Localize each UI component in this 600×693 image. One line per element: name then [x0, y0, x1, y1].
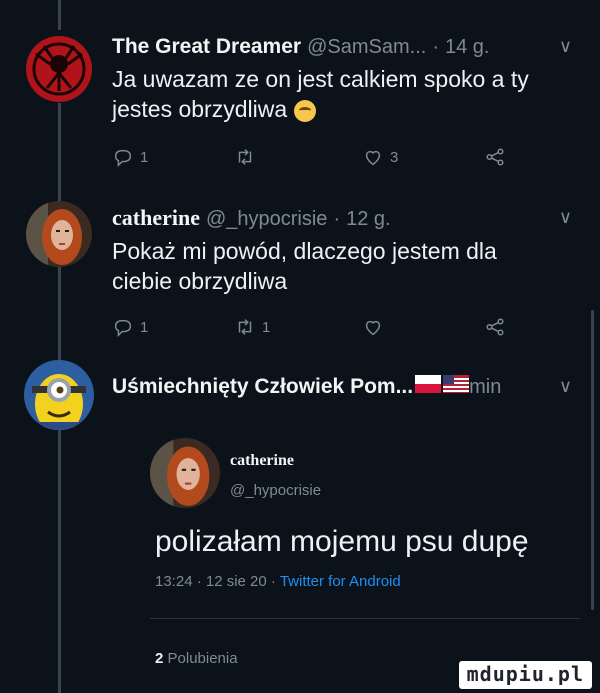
- likes-label: Polubienia: [167, 650, 238, 667]
- tweet-text: Pokaż mi powód, dlaczego jestem dla cieb…: [112, 236, 582, 296]
- reply-count: 1: [140, 318, 149, 336]
- author-handle: @_hypocrisie: [205, 208, 328, 230]
- tweet-text-line: Ja uwazam ze on jest calkiem spoko a ty: [112, 66, 529, 92]
- author-name[interactable]: The Great Dreamer: [112, 34, 301, 60]
- tweet-time: min: [469, 376, 502, 398]
- reply-button[interactable]: 1: [112, 316, 148, 338]
- author-name[interactable]: catherine: [112, 205, 200, 231]
- like-count: 3: [390, 148, 399, 166]
- tweet-header: Uśmiechnięty Człowiek Pom... min: [112, 374, 582, 400]
- avatar[interactable]: [24, 360, 94, 430]
- like-button[interactable]: [362, 316, 390, 338]
- heart-icon: [365, 320, 381, 336]
- detail-tweet[interactable]: Uśmiechnięty Człowiek Pom... min ∨: [112, 374, 582, 400]
- quote-profile[interactable]: catherine @_hypocrisie: [230, 452, 321, 499]
- thread-line: [58, 428, 61, 693]
- share-button[interactable]: [484, 316, 506, 338]
- chevron-down-icon[interactable]: ∨: [559, 207, 572, 228]
- tweet-text: Ja uwazam ze on jest calkiem spoko a ty …: [112, 64, 582, 124]
- retweet-button[interactable]: [234, 146, 262, 168]
- minion-avatar-icon: [24, 360, 94, 430]
- separator: ·: [333, 208, 341, 230]
- share-icon: [486, 318, 504, 336]
- chevron-down-icon[interactable]: ∨: [559, 36, 572, 57]
- quote-avatar[interactable]: [150, 438, 220, 508]
- avatar[interactable]: [26, 201, 92, 267]
- separator: ·: [432, 36, 439, 58]
- author-name[interactable]: Uśmiechnięty Człowiek Pom...: [112, 374, 413, 400]
- tweet-text-line: ciebie obrzydliwa: [112, 268, 288, 294]
- share-button[interactable]: [484, 146, 506, 168]
- share-icon: [486, 148, 504, 166]
- likes-summary[interactable]: 2 Polubienia: [155, 650, 238, 667]
- detail-tweet-text: polizałam mojemu psu dupę: [155, 525, 529, 558]
- tweet[interactable]: The Great Dreamer @SamSam... · 14 g. ∨ J…: [112, 34, 582, 124]
- tweet-time: 12 g.: [346, 208, 391, 230]
- reply-icon: [114, 149, 132, 168]
- tweet-actions: 1 1: [112, 316, 512, 342]
- tweet-timestamp: 13:24 · 12 sie 20 · Twitter for Android: [155, 573, 401, 590]
- timestamp: 13:24 · 12 sie 20 ·: [155, 573, 276, 590]
- retweet-button[interactable]: 1: [234, 316, 270, 338]
- retweet-icon: [238, 149, 252, 165]
- scrollbar[interactable]: [591, 310, 594, 610]
- thread-line: [58, 266, 61, 362]
- tweet-header: The Great Dreamer @SamSam... · 14 g.: [112, 34, 582, 60]
- divider: [150, 618, 580, 619]
- retweet-count: 1: [262, 318, 271, 336]
- tweet-header: catherine @_hypocrisie · 12 g.: [112, 205, 582, 232]
- tweet[interactable]: catherine @_hypocrisie · 12 g. ∨ Pokaż m…: [112, 205, 582, 296]
- client-link[interactable]: Twitter for Android: [280, 573, 401, 590]
- reply-icon: [114, 319, 132, 338]
- tweet-text-line: jestes obrzydliwa: [112, 96, 288, 122]
- profile-photo-icon: [26, 201, 92, 267]
- tweet-actions: 1 3: [112, 146, 512, 172]
- like-button[interactable]: 3: [362, 146, 398, 168]
- watermark: mdupiu.pl: [458, 661, 592, 689]
- face-emoji-icon: [293, 99, 316, 122]
- thread-line: [58, 0, 61, 30]
- profile-photo-icon: [150, 438, 220, 508]
- poland-flag-icon: [415, 375, 442, 393]
- retweet-icon: [238, 319, 252, 335]
- hydra-logo-icon: [26, 36, 92, 102]
- thread-line: [58, 103, 61, 203]
- chevron-down-icon[interactable]: ∨: [559, 376, 572, 397]
- likes-count: 2: [155, 650, 164, 667]
- tweet-text-line: Pokaż mi powód, dlaczego jestem dla: [112, 238, 497, 264]
- usa-flag-icon: [443, 375, 470, 393]
- heart-icon: [365, 150, 381, 166]
- author-handle: @SamSam...: [307, 36, 427, 58]
- avatar[interactable]: [26, 36, 92, 102]
- reply-count: 1: [140, 148, 149, 166]
- reply-button[interactable]: 1: [112, 146, 148, 168]
- quote-name: catherine: [230, 452, 294, 469]
- tweet-time: 14 g.: [444, 36, 490, 58]
- quote-handle: @_hypocrisie: [230, 482, 322, 499]
